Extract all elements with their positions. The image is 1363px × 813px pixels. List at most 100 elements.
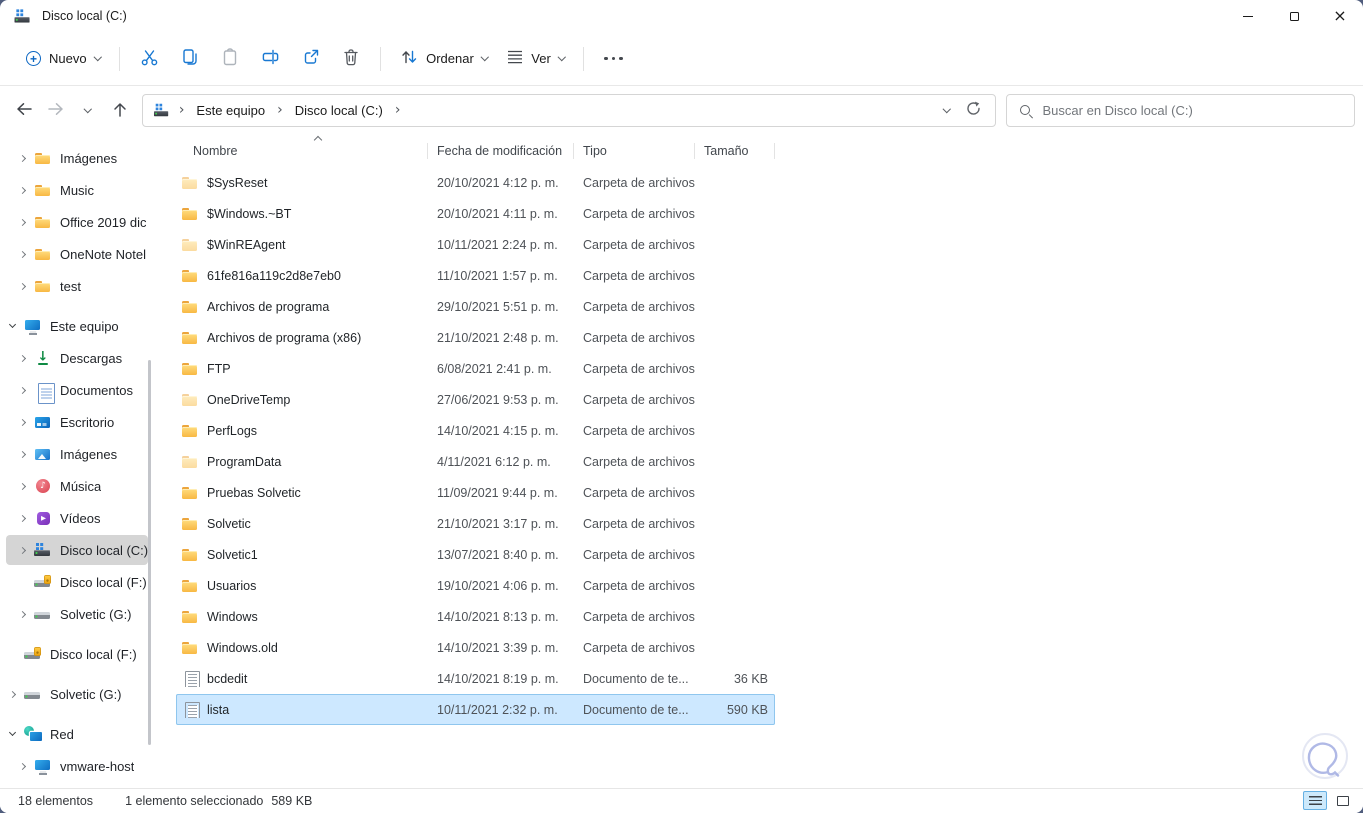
file-row-lista[interactable]: lista 10/11/2021 2:32 p. m. Documento de t… <box>176 694 775 725</box>
chevron-down-icon[interactable] <box>8 728 17 737</box>
delete-button[interactable] <box>331 40 371 78</box>
sidebar-item-office-2019-dic[interactable]: Office 2019 dic <box>6 207 148 237</box>
chevron-right-icon[interactable] <box>18 762 27 770</box>
share-button[interactable] <box>291 40 331 77</box>
paste-button[interactable] <box>210 40 250 77</box>
file-row-solvetic[interactable]: Solvetic 21/10/2021 3:17 p. m. Carpeta de … <box>176 508 775 539</box>
chevron-right-icon[interactable] <box>18 514 27 522</box>
column-header-tipo[interactable]: Tipo <box>574 135 695 167</box>
file-row-archivos-de-programa[interactable]: Archivos de programa 29/10/2021 5:51 p. m… <box>176 291 775 322</box>
chevron-right-icon[interactable] <box>18 282 27 290</box>
maximize-button[interactable] <box>1271 0 1317 32</box>
sidebar-item-v-deos[interactable]: Vídeos <box>6 503 148 533</box>
column-header-tamano[interactable]: Tamaño <box>695 135 775 167</box>
folder-icon <box>34 278 52 295</box>
file-name: FTP <box>207 361 231 376</box>
sidebar-item-solvetic-g[interactable]: Solvetic (G:) <box>6 599 148 629</box>
sidebar-item-music[interactable]: Music <box>6 175 148 205</box>
desktop-icon <box>34 414 52 431</box>
sidebar-item-m-sica[interactable]: Música <box>6 471 148 501</box>
sidebar-item-im-genes[interactable]: Imágenes <box>6 439 148 469</box>
chevron-right-icon[interactable] <box>18 250 27 258</box>
chevron-down-icon[interactable] <box>8 320 17 329</box>
file-row-perflogs[interactable]: PerfLogs 14/10/2021 4:15 p. m. Carpeta de … <box>176 415 775 446</box>
sidebar-item-test[interactable]: test <box>6 271 148 301</box>
sidebar-item-escritorio[interactable]: Escritorio <box>6 407 148 437</box>
address-bar[interactable]: › Este equipo › Disco local (C:) › <box>141 94 996 127</box>
file-row-pruebas-solvetic[interactable]: Pruebas Solvetic 11/09/2021 9:44 p. m. Car… <box>176 477 775 508</box>
new-label: Nuevo <box>49 51 87 66</box>
sidebar-item-disco-local-c[interactable]: Disco local (C:) <box>6 535 148 565</box>
file-row-solvetic1[interactable]: Solvetic1 13/07/2021 8:40 p. m. Carpeta de… <box>176 539 775 570</box>
folder-icon <box>181 329 199 346</box>
recent-locations-button[interactable] <box>72 95 104 127</box>
chevron-right-icon[interactable] <box>18 154 27 162</box>
view-label: Ver <box>531 51 551 66</box>
file-row-usuarios[interactable]: Usuarios 19/10/2021 4:06 p. m. Carpeta de … <box>176 570 775 601</box>
thumbnails-view-button[interactable] <box>1331 791 1355 810</box>
file-row-bcdedit[interactable]: bcdedit 14/10/2021 8:19 p. m. Documento de… <box>176 663 775 694</box>
file-row-windows[interactable]: Windows 14/10/2021 8:13 p. m. Carpeta de a… <box>176 601 775 632</box>
file-row-winreagent[interactable]: $WinREAgent 10/11/2021 2:24 p. m. Carpeta … <box>176 229 775 260</box>
chevron-right-icon[interactable] <box>18 418 27 426</box>
window-controls: × <box>1225 0 1363 32</box>
folder-icon <box>181 546 199 563</box>
file-name: Usuarios <box>207 578 257 593</box>
search-input[interactable]: Buscar en Disco local (C:) <box>1005 94 1356 127</box>
sidebar-item-solvetic-g[interactable]: Solvetic (G:) <box>6 679 148 709</box>
chevron-right-icon[interactable] <box>18 610 27 618</box>
breadcrumb-separator: › <box>394 101 401 118</box>
chevron-right-icon[interactable] <box>18 218 27 226</box>
breadcrumb-este-equipo[interactable]: Este equipo <box>192 100 269 121</box>
chevron-right-icon[interactable] <box>18 386 27 394</box>
file-name: lista <box>207 702 230 717</box>
sort-arrows-icon <box>400 48 418 69</box>
chevron-right-icon[interactable] <box>8 690 17 698</box>
back-button[interactable] <box>8 95 40 127</box>
breadcrumb-disco-local-c[interactable]: Disco local (C:) <box>291 100 387 121</box>
file-row-onedrivetemp[interactable]: OneDriveTemp 27/06/2021 9:53 p. m. Carpeta… <box>176 384 775 415</box>
file-row-sysreset[interactable]: $SysReset 20/10/2021 4:12 p. m. Carpeta de… <box>176 167 775 198</box>
sidebar-item-im-genes[interactable]: Imágenes <box>6 143 148 173</box>
sidebar-item-red[interactable]: Red <box>6 719 148 749</box>
details-view-button[interactable] <box>1303 791 1327 810</box>
cut-button[interactable] <box>129 40 170 78</box>
file-row-windows-bt[interactable]: $Windows.~BT 20/10/2021 4:11 p. m. Carpeta… <box>176 198 775 229</box>
sidebar-item-este-equipo[interactable]: Este equipo <box>6 311 148 341</box>
forward-button[interactable] <box>40 95 72 127</box>
rename-button[interactable] <box>250 40 291 77</box>
file-row-ftp[interactable]: FTP 6/08/2021 2:41 p. m. Carpeta de archiv… <box>176 353 775 384</box>
sidebar-item-disco-local-f[interactable]: Disco local (F:) <box>6 567 148 597</box>
sidebar-item-disco-local-f[interactable]: Disco local (F:) <box>6 639 148 669</box>
chevron-right-icon[interactable] <box>18 354 27 362</box>
file-name-cell: Pruebas Solvetic <box>176 484 428 501</box>
sidebar-item-documentos[interactable]: Documentos <box>6 375 148 405</box>
sidebar-item-vmware-host[interactable]: vmware-host <box>6 751 148 781</box>
arrow-left-icon <box>15 101 33 120</box>
chevron-right-icon[interactable] <box>18 186 27 194</box>
more-options-button[interactable] <box>593 49 634 69</box>
sort-button[interactable]: Ordenar <box>390 40 497 77</box>
new-button[interactable]: + Nuevo <box>16 43 110 74</box>
column-header-fecha[interactable]: Fecha de modificación <box>428 135 574 167</box>
minimize-button[interactable] <box>1225 0 1271 32</box>
sidebar-item-onenote-notel[interactable]: OneNote Notel <box>6 239 148 269</box>
address-dropdown-chevron[interactable] <box>942 105 951 113</box>
drive-icon <box>14 8 31 24</box>
close-button[interactable]: × <box>1317 0 1363 32</box>
file-row-archivos-de-programa-x86[interactable]: Archivos de programa (x86) 21/10/2021 2:4… <box>176 322 775 353</box>
chevron-right-icon[interactable] <box>18 450 27 458</box>
view-button[interactable]: Ver <box>497 42 574 75</box>
file-row-windows-old[interactable]: Windows.old 14/10/2021 3:39 p. m. Carpeta … <box>176 632 775 663</box>
copy-button[interactable] <box>170 40 210 77</box>
chevron-right-icon[interactable] <box>18 546 27 554</box>
up-button[interactable] <box>104 95 136 127</box>
chevron-right-icon[interactable] <box>18 482 27 490</box>
file-date: 14/10/2021 3:39 p. m. <box>437 640 559 655</box>
file-row-programdata[interactable]: ProgramData 4/11/2021 6:12 p. m. Carpeta d… <box>176 446 775 477</box>
file-row-61fe816a119c2d8e7eb0[interactable]: 61fe816a119c2d8e7eb0 11/10/2021 1:57 p. m… <box>176 260 775 291</box>
sidebar-item-descargas[interactable]: Descargas <box>6 343 148 373</box>
sidebar-scrollbar[interactable] <box>148 360 151 745</box>
refresh-icon[interactable] <box>966 101 981 121</box>
column-header-nombre[interactable]: Nombre <box>176 135 428 167</box>
